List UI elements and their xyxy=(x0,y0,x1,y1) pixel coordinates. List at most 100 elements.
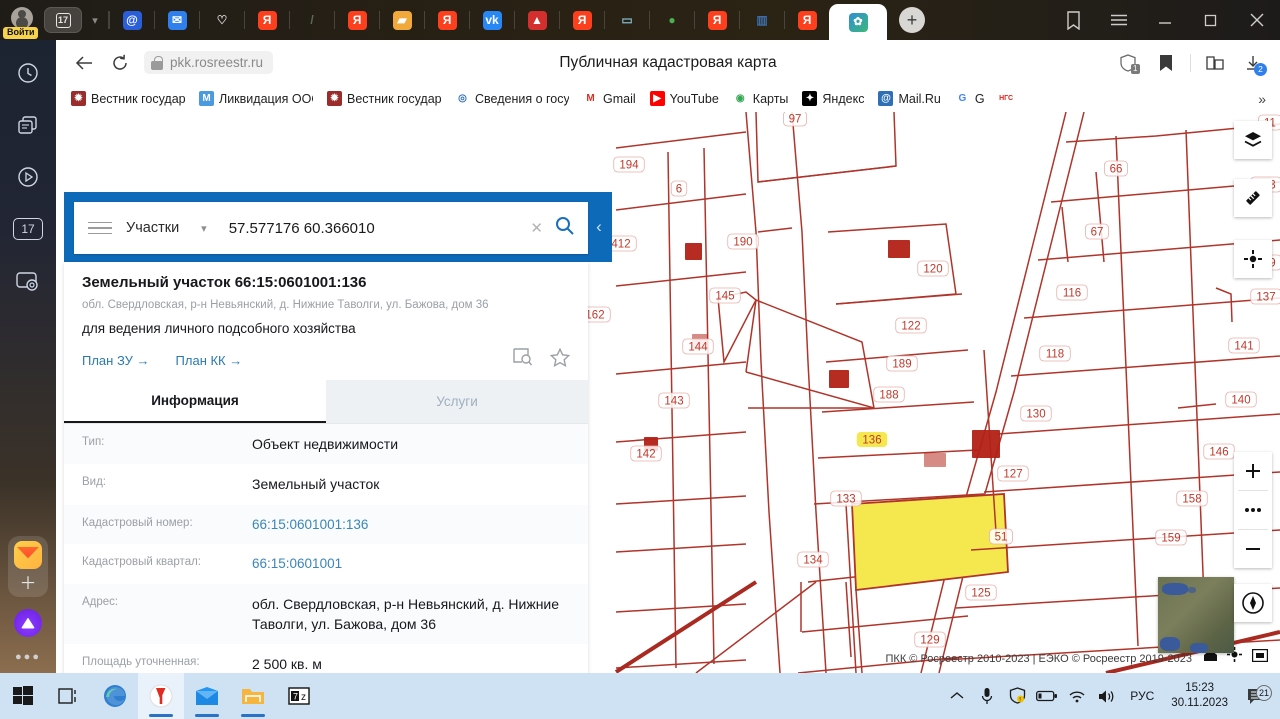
bookmark-item[interactable]: M Gmail xyxy=(576,91,643,106)
search-icon[interactable] xyxy=(555,216,578,240)
clock[interactable]: 15:23 30.11.2023 xyxy=(1165,681,1234,711)
notifications-button[interactable]: 21 xyxy=(1240,684,1274,705)
parcel-label[interactable]: 134 xyxy=(797,551,829,568)
parcel-label[interactable]: 67 xyxy=(1085,223,1109,240)
bookmark-item[interactable]: @ Mail.Ru xyxy=(871,91,947,106)
volume-icon[interactable] xyxy=(1095,689,1119,704)
map-more-button[interactable] xyxy=(1234,491,1272,529)
parcel-label[interactable]: 66 xyxy=(1104,160,1128,177)
pinned-tab[interactable]: ✉ xyxy=(155,0,199,40)
search-category-label[interactable]: Участки xyxy=(126,220,179,236)
downloads-icon[interactable]: 2 xyxy=(1236,47,1270,79)
ruler-icon[interactable] xyxy=(1234,179,1272,217)
start-button[interactable] xyxy=(0,673,46,719)
file-explorer-icon[interactable] xyxy=(230,673,276,719)
yandex-browser-icon[interactable] xyxy=(138,673,184,719)
parcel-label[interactable]: 140 xyxy=(1225,391,1257,408)
parcel-label[interactable]: 120 xyxy=(917,260,949,277)
magnify-selection-icon[interactable] xyxy=(513,348,533,372)
map-measure-control[interactable] xyxy=(1234,179,1272,217)
parcel-label[interactable]: 144 xyxy=(682,338,714,355)
layers-icon[interactable] xyxy=(1234,121,1272,159)
task-view-button[interactable] xyxy=(46,673,92,719)
parcel-label[interactable]: 6 xyxy=(670,180,688,197)
search-bar[interactable]: Участки ▾ 57.577176 60.366010 ✕ xyxy=(74,202,588,254)
pinned-tab[interactable]: Я xyxy=(695,0,739,40)
login-badge[interactable]: Войти xyxy=(3,27,39,39)
parcel-label[interactable]: 116 xyxy=(1056,284,1088,301)
profile-login-button[interactable]: Войти xyxy=(0,0,44,40)
url-input[interactable]: pkk.rosreestr.ru xyxy=(144,51,274,74)
fullscreen-icon[interactable] xyxy=(1251,648,1269,667)
new-tab-button[interactable]: + xyxy=(899,7,925,33)
mail-icon[interactable] xyxy=(184,673,230,719)
pinned-tab[interactable]: / xyxy=(290,0,334,40)
parcel-label[interactable]: 190 xyxy=(727,233,759,250)
pinned-tab[interactable]: Я xyxy=(560,0,604,40)
map-zoom-control[interactable] xyxy=(1234,452,1272,568)
bookmark-item[interactable]: ✹ Вестник государс xyxy=(64,91,192,106)
parcel-label[interactable]: 159 xyxy=(1155,529,1187,546)
parcel-label[interactable]: 194 xyxy=(613,156,645,173)
search-input[interactable]: 57.577176 60.366010 xyxy=(229,220,519,237)
reload-button[interactable] xyxy=(102,47,138,79)
tab-counter-button[interactable]: 17 xyxy=(44,7,82,33)
parcel-label[interactable]: 97 xyxy=(783,112,807,127)
parcel-label[interactable]: 129 xyxy=(914,631,946,648)
parcel-label[interactable]: 125 xyxy=(965,584,997,601)
battery-icon[interactable] xyxy=(1035,690,1059,702)
parcel-label[interactable]: 51 xyxy=(989,528,1013,545)
video-play-icon[interactable] xyxy=(11,160,45,194)
pinned-tab[interactable]: Я xyxy=(335,0,379,40)
pinned-tab[interactable]: ▭ xyxy=(605,0,649,40)
parcel-label[interactable]: 118 xyxy=(1039,345,1071,362)
pinned-tab[interactable]: Я xyxy=(425,0,469,40)
add-app-icon[interactable]: ＋ xyxy=(20,575,37,592)
bookmark-item[interactable]: ▶ YouTube xyxy=(643,91,726,106)
sevenzip-icon[interactable]: 7z xyxy=(276,673,322,719)
microphone-icon[interactable] xyxy=(975,687,999,705)
pinned-tab[interactable]: ♡ xyxy=(200,0,244,40)
tab-services[interactable]: Услуги xyxy=(326,380,588,423)
alice-assistant-icon[interactable] xyxy=(14,609,42,637)
plan-zu-link[interactable]: План ЗУ → xyxy=(82,353,150,368)
parcel-label[interactable]: 143 xyxy=(658,392,690,409)
menu-burger-icon[interactable] xyxy=(84,221,112,235)
bookmark-item[interactable]: НГС xyxy=(992,91,1021,106)
bookmark-filled-icon[interactable] xyxy=(1149,47,1183,79)
active-tab[interactable]: ✿ xyxy=(829,4,887,40)
history-clock-icon[interactable] xyxy=(11,56,45,90)
pinned-tab[interactable]: ▲ xyxy=(515,0,559,40)
parcel-label[interactable]: 136 xyxy=(856,432,888,447)
sidebar-more-icon[interactable]: ●●● xyxy=(15,651,41,663)
bookmark-item[interactable]: GG xyxy=(948,91,992,106)
shield-protect-icon[interactable]: 1 xyxy=(1111,47,1145,79)
minimize-button[interactable] xyxy=(1142,0,1188,40)
info-row-value[interactable]: 66:15:0601001:136 xyxy=(252,515,368,535)
bookmark-item[interactable]: ◎ Сведения о госуд xyxy=(448,91,576,106)
edge-icon[interactable] xyxy=(92,673,138,719)
parcel-label[interactable]: 122 xyxy=(895,317,927,334)
zoom-out-button[interactable] xyxy=(1234,530,1272,568)
bookmark-item[interactable]: ✦ Яндекс xyxy=(795,91,871,106)
maximize-button[interactable] xyxy=(1188,0,1234,40)
parcel-label[interactable]: 127 xyxy=(997,465,1029,482)
parcel-label[interactable]: 146 xyxy=(1203,443,1235,460)
bookmarks-overflow-icon[interactable]: » xyxy=(1252,91,1272,107)
language-indicator[interactable]: РУС xyxy=(1125,689,1159,703)
back-button[interactable] xyxy=(66,47,102,79)
parcel-label[interactable]: 137 xyxy=(1250,288,1280,305)
collapse-panel-button[interactable]: ‹ xyxy=(586,207,612,247)
pinned-tab[interactable]: ● xyxy=(650,0,694,40)
security-shield-icon[interactable]: ! xyxy=(1005,687,1029,705)
crosshair-icon[interactable] xyxy=(1234,240,1272,278)
pinned-tab[interactable]: vk xyxy=(470,0,514,40)
bookmark-item[interactable]: ✹ Вестник государс xyxy=(320,91,448,106)
tray-expand-icon[interactable] xyxy=(945,691,969,701)
pinned-tab[interactable]: @ xyxy=(110,0,154,40)
browser-menu-icon[interactable] xyxy=(1096,0,1142,40)
parcel-label[interactable]: 158 xyxy=(1176,490,1208,507)
parcel-label[interactable]: 133 xyxy=(830,490,862,507)
tabs-stack-icon[interactable] xyxy=(11,108,45,142)
close-button[interactable] xyxy=(1234,0,1280,40)
